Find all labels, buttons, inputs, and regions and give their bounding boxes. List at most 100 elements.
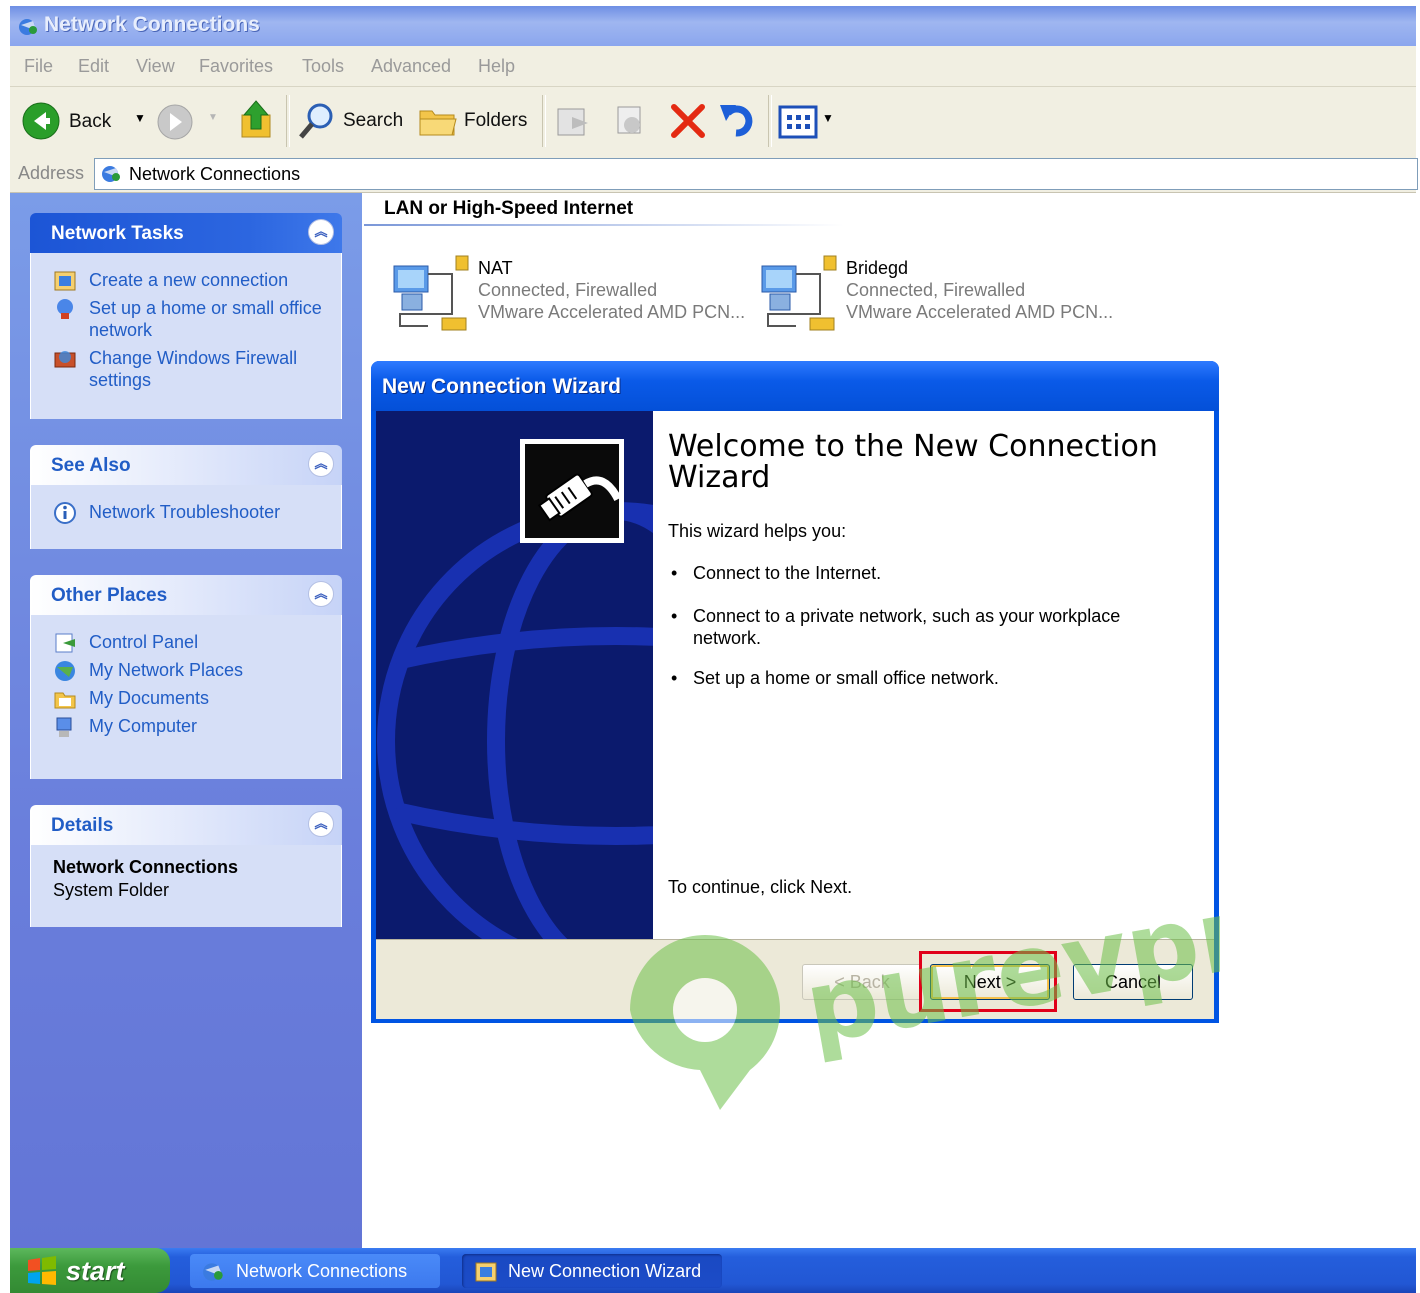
connection-item[interactable]: Bridegd Connected, Firewalled VMware Acc… <box>756 254 1116 344</box>
network-tasks-title: Network Tasks <box>51 223 184 244</box>
lan-connection-icon <box>761 255 837 331</box>
forward-arrow-icon[interactable] <box>156 103 194 141</box>
collapse-chevron-icon[interactable]: ︽ <box>308 219 334 245</box>
network-tasks-panel: Network Tasks ︽ Create a new connection … <box>30 213 342 419</box>
cancel-button[interactable]: Cancel <box>1073 964 1193 1000</box>
new-connection-icon <box>54 271 76 291</box>
back-arrow-icon <box>22 102 60 140</box>
up-folder-icon[interactable] <box>236 99 276 143</box>
back-dropdown-icon[interactable]: ▼ <box>134 111 146 125</box>
wizard-title: New Connection Wizard <box>382 375 621 398</box>
taskbar-item-new-connection-wizard[interactable]: New Connection Wizard <box>462 1254 722 1288</box>
copy-to-icon[interactable] <box>610 103 650 139</box>
toolbar-separator <box>768 95 772 147</box>
other-places-title: Other Places <box>51 585 168 606</box>
folders-icon <box>419 110 457 136</box>
details-type: System Folder <box>53 880 170 900</box>
see-also-title: See Also <box>51 455 131 476</box>
wizard-title-bar[interactable]: New Connection Wizard <box>371 361 1219 411</box>
see-also-panel: See Also ︽ Network Troubleshooter <box>30 445 342 549</box>
home-network-icon <box>57 299 73 319</box>
group-heading: LAN or High-Speed Internet <box>384 198 634 219</box>
window-title: Network Connections <box>44 13 260 36</box>
menu-help[interactable]: Help <box>478 56 515 77</box>
address-value: Network Connections <box>129 164 301 184</box>
menu-tools[interactable]: Tools <box>302 56 344 77</box>
collapse-chevron-icon[interactable]: ︽ <box>308 581 334 607</box>
search-button[interactable]: Search <box>298 101 410 141</box>
next-button[interactable]: Next > <box>930 964 1050 1000</box>
my-computer-icon <box>56 717 72 737</box>
wizard-body: Welcome to the New Connection Wizard Thi… <box>376 411 1214 1019</box>
connection-name: Bridegd <box>846 258 909 278</box>
network-connections-icon <box>203 1263 223 1281</box>
create-new-connection-link[interactable]: Create a new connection <box>51 269 331 291</box>
menu-favorites[interactable]: Favorites <box>199 56 273 77</box>
connection-device: VMware Accelerated AMD PCN... <box>478 302 746 322</box>
my-documents-link[interactable]: My Documents <box>51 687 331 709</box>
address-field[interactable]: Network Connections <box>94 158 1418 190</box>
firewall-icon <box>54 351 76 368</box>
taskbar-item-network-connections[interactable]: Network Connections <box>190 1254 440 1288</box>
undo-icon[interactable] <box>718 99 758 139</box>
windows-logo-icon <box>28 1256 56 1285</box>
wizard-side-banner <box>376 411 653 939</box>
toolbar: Back ▼ ▼ Search Folders ▼ <box>10 87 1416 156</box>
network-cable-icon <box>525 444 619 538</box>
control-panel-icon <box>55 633 75 653</box>
details-header[interactable]: Details ︽ <box>30 805 342 845</box>
wizard-continue-text: To continue, click Next. <box>668 877 853 897</box>
connection-status: Connected, Firewalled <box>846 280 1026 300</box>
views-icon <box>778 105 818 139</box>
task-pane: Network Tasks ︽ Create a new connection … <box>10 193 362 1248</box>
start-label: start <box>66 1256 125 1286</box>
folders-button[interactable]: Folders <box>418 101 538 141</box>
details-panel: Details ︽ Network Connections System Fol… <box>30 805 342 927</box>
my-network-places-link[interactable]: My Network Places <box>51 659 331 681</box>
start-button[interactable]: start <box>10 1248 170 1293</box>
my-documents-icon <box>54 692 76 709</box>
connection-item[interactable]: NAT Connected, Firewalled VMware Acceler… <box>388 254 748 344</box>
collapse-chevron-icon[interactable]: ︽ <box>308 811 334 837</box>
title-bar[interactable]: Network Connections <box>10 6 1416 46</box>
control-panel-link[interactable]: Control Panel <box>51 631 331 653</box>
search-label: Search <box>343 110 404 131</box>
move-to-icon[interactable] <box>554 103 594 139</box>
menu-view[interactable]: View <box>136 56 175 77</box>
back-button[interactable]: Back ▼ <box>22 102 162 142</box>
info-icon <box>54 502 76 524</box>
wizard-icon <box>475 1262 497 1282</box>
views-dropdown-icon[interactable]: ▼ <box>822 111 834 125</box>
network-connections-icon <box>19 19 37 35</box>
home-network-link[interactable]: Set up a home or small office network <box>51 297 331 341</box>
group-divider <box>364 224 844 226</box>
network-troubleshooter-link[interactable]: Network Troubleshooter <box>51 501 331 524</box>
folders-label: Folders <box>464 110 528 131</box>
toolbar-separator <box>542 95 546 147</box>
views-button[interactable]: ▼ <box>778 101 838 141</box>
new-connection-wizard-dialog: New Connection Wizard Welcome to the New… <box>371 361 1219 1023</box>
other-places-header[interactable]: Other Places ︽ <box>30 575 342 615</box>
search-icon <box>299 103 333 139</box>
forward-dropdown-icon[interactable]: ▼ <box>208 112 218 123</box>
details-title: Details <box>51 815 114 836</box>
network-connections-icon <box>102 166 120 182</box>
wizard-icon-frame <box>520 439 624 543</box>
network-places-icon <box>55 661 75 681</box>
connection-status: Connected, Firewalled <box>478 280 658 300</box>
collapse-chevron-icon[interactable]: ︽ <box>308 451 334 477</box>
firewall-settings-link[interactable]: Change Windows Firewall settings <box>51 347 331 391</box>
see-also-header[interactable]: See Also ︽ <box>30 445 342 485</box>
menu-file[interactable]: File <box>24 56 53 77</box>
back-button[interactable]: < Back <box>802 964 922 1000</box>
wizard-heading: Welcome to the New Connection Wizard <box>668 429 1158 495</box>
wizard-intro: This wizard helps you: <box>668 521 847 541</box>
my-computer-link[interactable]: My Computer <box>51 715 331 737</box>
lan-connection-icon <box>393 255 469 331</box>
network-tasks-header[interactable]: Network Tasks ︽ <box>30 213 342 253</box>
menu-edit[interactable]: Edit <box>78 56 109 77</box>
delete-icon[interactable] <box>668 101 708 141</box>
back-label: Back <box>69 111 112 132</box>
connection-name: NAT <box>478 258 513 278</box>
menu-advanced[interactable]: Advanced <box>371 56 451 77</box>
